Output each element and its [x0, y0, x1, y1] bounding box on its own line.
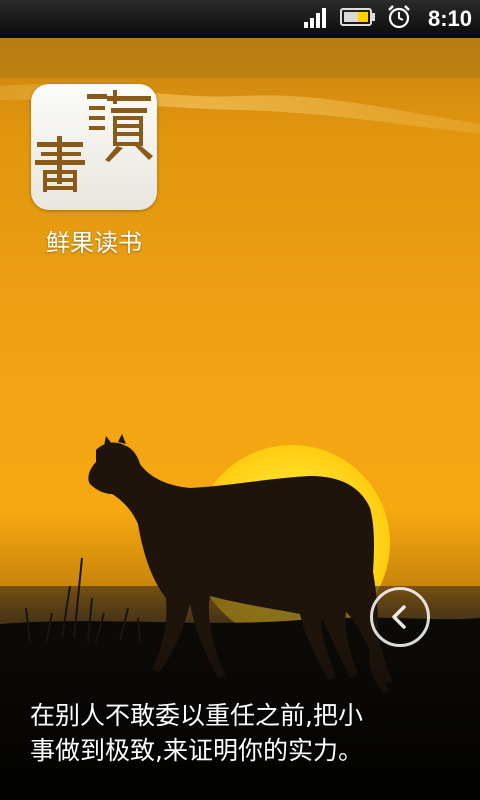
status-time: 8:10: [427, 6, 472, 31]
status-icons: 8:10: [303, 0, 472, 38]
app-logo: [31, 84, 157, 210]
signal-bars-icon: [303, 6, 330, 32]
alarm-clock-icon: [386, 4, 412, 34]
chevron-left-icon: [392, 605, 406, 629]
back-button[interactable]: [370, 587, 430, 647]
status-bar: 8:10: [0, 0, 480, 38]
quote-line-2: 事做到极致,来证明你的实力。: [30, 736, 363, 765]
battery-icon: [339, 7, 376, 31]
app-name: 鲜果读书: [46, 229, 142, 257]
motivational-quote: 在别人不敢委以重任之前,把小 事做到极致,来证明你的实力。: [30, 698, 450, 768]
quote-line-1: 在别人不敢委以重任之前,把小: [30, 701, 363, 730]
book-reading-logo: [35, 90, 153, 192]
